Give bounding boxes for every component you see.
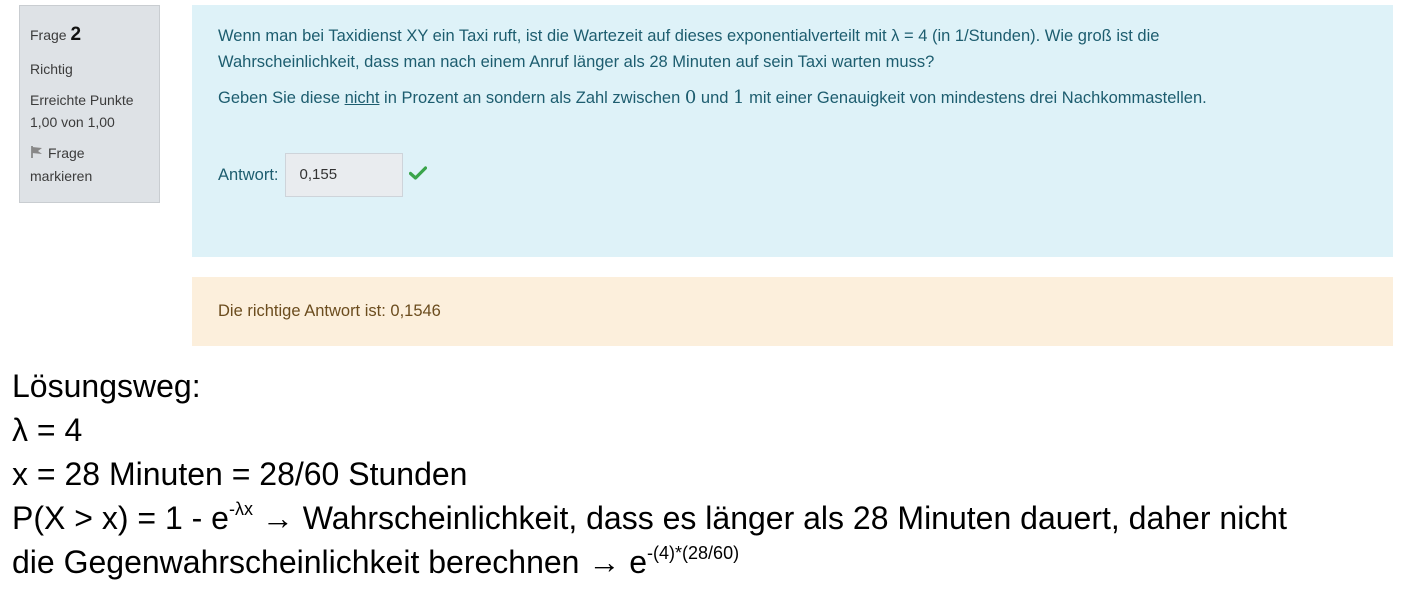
answer-input[interactable]: 0,155 [284,153,403,197]
probability-exponent: -λx [228,499,253,520]
check-icon [408,162,427,188]
question-text-line2: Wahrscheinlichkeit, dass man nach einem … [218,53,935,72]
answer-value: 0,155 [299,166,338,183]
flag-icon [30,143,44,165]
instruction-one: 1 [733,86,745,108]
question-label: Frage [30,27,67,43]
points: Erreichte Punkte 1,00 von 1,00 [30,89,149,134]
solution-line-x: x = 28 Minuten = 28/60 Stunden [12,456,468,492]
question-text-line1: Wenn man bei Taxidienst XY ein Taxi ruft… [218,27,1160,45]
answer-row: Antwort: 0,155 [218,153,427,197]
instruction-underlined: nicht [344,88,380,107]
instruction-part: und [696,88,734,107]
question-box: Wenn man bei Taxidienst XY ein Taxi ruft… [192,5,1393,257]
solution-line-complement: die Gegenwahrscheinlichkeit berechnen → … [12,540,1402,584]
solution-heading: Lösungsweg: [12,368,201,404]
question-text: Wenn man bei Taxidienst XY ein Taxi ruft… [218,23,1367,76]
points-value: 1,00 von 1,00 [30,114,115,131]
flag-question-link[interactable]: Frage markieren [30,142,149,188]
feedback-box: Die richtige Antwort ist: 0,1546 [192,277,1393,346]
flag-label-line1: Frage [48,144,85,161]
probability-formula: P(X > x) = 1 - e [12,500,229,536]
instruction-part: Geben Sie diese [218,88,345,107]
question-info-panel: Frage 2 Richtig Erreichte Punkte 1,00 vo… [19,5,160,203]
solution-section: Lösungsweg: λ = 4 x = 28 Minuten = 28/60… [12,364,1402,584]
answer-label: Antwort: [218,165,279,184]
complement-exponent: -(4)*(28/60) [647,543,740,564]
instruction-part: mit einer Genauigkeit von mindestens dre… [744,88,1207,107]
probability-explanation: → Wahrscheinlichkeit, dass es länger als… [252,500,1287,536]
correct-answer-text: Die richtige Antwort ist: 0,1546 [218,302,441,320]
complement-text: die Gegenwahrscheinlichkeit berechnen → … [12,544,648,580]
solution-line-probability: P(X > x) = 1 - e-λx → Wahrscheinlichkeit… [12,496,1402,540]
flag-label-line2: markieren [30,168,93,185]
question-number: Frage 2 [30,20,149,50]
points-label: Erreichte Punkte [30,91,134,108]
question-number-value: 2 [70,24,82,45]
solution-line-lambda: λ = 4 [12,412,83,448]
instruction-zero: 0 [684,86,697,108]
instruction-part: in Prozent an sondern als Zahl zwischen [379,88,685,107]
status-text: Richtig [30,61,73,78]
question-instruction: Geben Sie diese nicht in Prozent an sond… [218,84,1367,113]
